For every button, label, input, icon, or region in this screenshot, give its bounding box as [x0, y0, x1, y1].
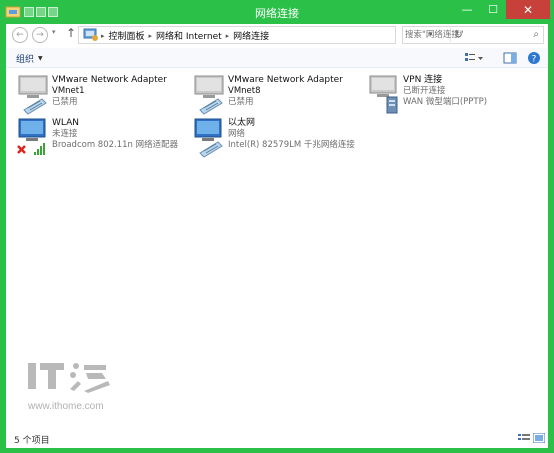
details-view-icon[interactable] [518, 433, 530, 443]
address-bar[interactable]: ▸ 控制面板 ▸ 网络和 Internet ▸ 网络连接 ▾ ↻ [78, 26, 463, 44]
list-item-wlan[interactable]: WLAN 未连接 Broadcom 802.11n 网络适配器 [16, 118, 186, 160]
connection-name: WLAN [52, 118, 80, 128]
command-bar: 组织 ▼ ? [6, 48, 548, 68]
minimize-button[interactable]: — [454, 0, 480, 19]
connection-detail: VMnet1 [52, 86, 85, 96]
chevron-down-icon: ▼ [38, 55, 43, 62]
list-item-vmnet1[interactable]: VMware Network Adapter VMnet1 已禁用 [16, 75, 186, 117]
control-panel-icon [83, 28, 98, 41]
breadcrumb-separator[interactable]: ▸ [149, 32, 153, 40]
navigation-bar: ← → ▾ ↑ ▸ 控制面板 ▸ 网络和 Internet ▸ 网络连接 ▾ ↻… [6, 24, 548, 46]
connection-status: 已断开连接 [403, 86, 446, 96]
network-adapter-disabled-icon [194, 75, 224, 115]
preview-pane-icon [503, 52, 517, 64]
connection-name: 以太网 [228, 118, 256, 128]
ethernet-adapter-icon [194, 118, 223, 158]
connection-detail: Intel(R) 82579LM 千兆网络连接 [228, 140, 355, 150]
window: 网络连接 — ☐ ✕ ← → ▾ ↑ ▸ 控制面板 ▸ 网络和 Internet… [0, 0, 554, 453]
network-adapter-disabled-icon [18, 75, 48, 115]
connection-name: VPN 连接 [403, 75, 443, 85]
back-button[interactable]: ← [12, 27, 28, 43]
forward-button[interactable]: → [32, 27, 48, 43]
connection-name: VMware Network Adapter [228, 75, 343, 85]
connection-detail: WAN 微型端口(PPTP) [403, 97, 488, 107]
connection-name: VMware Network Adapter [52, 75, 167, 85]
explorer-body: ← → ▾ ↑ ▸ 控制面板 ▸ 网络和 Internet ▸ 网络连接 ▾ ↻… [6, 24, 548, 448]
breadcrumb-network-internet[interactable]: 网络和 Internet [156, 29, 222, 42]
organize-label: 组织 [16, 55, 35, 65]
breadcrumb: ▸ 控制面板 ▸ 网络和 Internet ▸ 网络连接 [101, 29, 269, 43]
help-button[interactable]: ? [524, 51, 544, 65]
wlan-adapter-icon [17, 118, 46, 155]
organize-button[interactable]: 组织 ▼ [16, 52, 43, 65]
status-bar: 5 个项目 [6, 428, 548, 448]
connection-status: 未连接 [52, 129, 78, 139]
watermark-url: www.ithome.com [28, 401, 104, 412]
breadcrumb-separator[interactable]: ▸ [226, 32, 230, 40]
recent-locations-icon[interactable]: ▾ [52, 28, 56, 36]
title-bar[interactable]: 网络连接 — ☐ ✕ [0, 0, 554, 24]
vpn-connection-icon [369, 75, 398, 114]
help-icon: ? [528, 52, 540, 65]
list-item-vpn[interactable]: VPN 连接 已断开连接 WAN 微型端口(PPTP) [367, 75, 537, 117]
connection-detail: VMnet8 [228, 86, 261, 96]
breadcrumb-control-panel[interactable]: 控制面板 [109, 29, 145, 42]
connections-list: VMware Network Adapter VMnet1 已禁用 VMware… [6, 69, 548, 427]
connection-status: 已禁用 [228, 97, 254, 107]
breadcrumb-network-connections[interactable]: 网络连接 [233, 29, 269, 42]
list-item-vmnet8[interactable]: VMware Network Adapter VMnet8 已禁用 [192, 75, 362, 117]
connection-status: 网络 [228, 129, 246, 139]
search-box[interactable]: ⌕ [402, 26, 544, 44]
item-count: 5 个项目 [14, 436, 50, 446]
ithome-logo-icon [28, 363, 110, 393]
search-input[interactable] [405, 28, 523, 42]
up-button[interactable]: ↑ [66, 26, 76, 40]
window-controls: — ☐ ✕ [454, 0, 550, 19]
close-button[interactable]: ✕ [506, 0, 550, 19]
ithome-watermark: www.ithome.com [26, 359, 146, 419]
view-options-icon [465, 53, 483, 61]
svg-text:?: ? [532, 55, 537, 65]
maximize-button[interactable]: ☐ [480, 0, 506, 19]
change-view-button[interactable] [464, 51, 484, 65]
preview-pane-button[interactable] [500, 51, 520, 65]
large-icons-view-icon[interactable] [533, 433, 545, 443]
list-item-ethernet[interactable]: 以太网 网络 Intel(R) 82579LM 千兆网络连接 [192, 118, 362, 160]
connection-status: 已禁用 [52, 97, 78, 107]
search-icon[interactable]: ⌕ [533, 29, 539, 40]
connection-detail: Broadcom 802.11n 网络适配器 [52, 140, 179, 150]
breadcrumb-separator[interactable]: ▸ [101, 32, 105, 40]
